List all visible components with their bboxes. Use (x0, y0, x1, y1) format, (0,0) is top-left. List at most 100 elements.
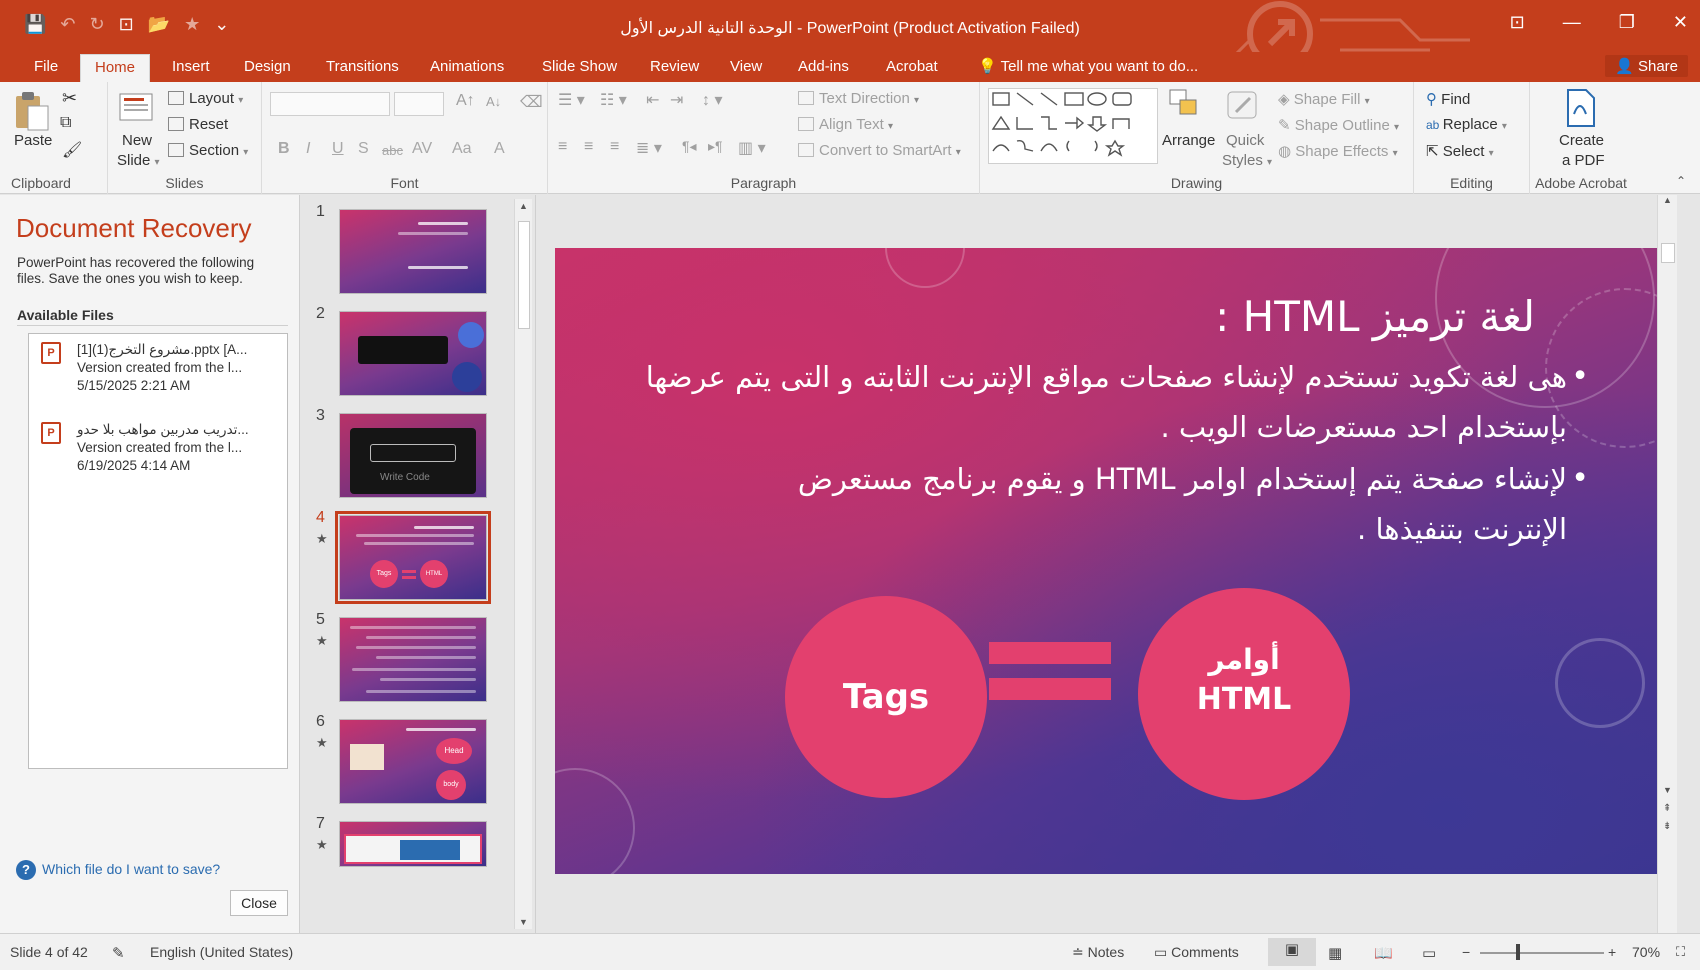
arrange-icon[interactable] (1166, 86, 1204, 126)
align-left-icon[interactable]: ≡ (558, 138, 567, 156)
clear-formatting-icon[interactable]: ⌫ (520, 92, 543, 112)
create-pdf-icon[interactable] (1564, 88, 1602, 128)
comments-button[interactable]: ▭ Comments (1154, 944, 1239, 961)
underline-button[interactable]: U (332, 140, 344, 158)
scroll-up-icon[interactable]: ▲ (519, 201, 528, 211)
new-slide-button-line2[interactable]: Slide ▾ (117, 152, 160, 169)
zoom-out-icon[interactable]: − (1462, 944, 1470, 960)
reset-button[interactable]: Reset (168, 116, 228, 133)
paste-button[interactable]: Paste (14, 132, 52, 149)
html-commands-circle[interactable]: أوامر HTML (1138, 588, 1350, 800)
notes-button[interactable]: ≐ Notes (1072, 944, 1124, 961)
increase-indent-icon[interactable]: ⇥ (670, 90, 683, 110)
section-button[interactable]: Section ▾ (168, 142, 248, 159)
thumbnail-row[interactable]: 7 ★ (300, 815, 510, 915)
slide-thumbnail[interactable] (339, 209, 487, 294)
slide-thumbnail[interactable]: Write Code (339, 413, 487, 498)
minimize-icon[interactable]: — (1563, 12, 1581, 33)
which-file-help-link[interactable]: ? Which file do I want to save? (16, 860, 220, 880)
cut-icon[interactable]: ✂ (62, 88, 77, 109)
shrink-font-icon[interactable]: A↓ (486, 94, 501, 109)
shadow-button[interactable]: S (358, 140, 369, 158)
new-slide-button-line1[interactable]: New (122, 132, 152, 149)
thumbnail-row[interactable]: 3 Write Code (300, 407, 510, 507)
language-indicator[interactable]: English (United States) (150, 944, 293, 960)
thumbnail-scrollbar[interactable]: ▲ ▼ (514, 199, 532, 929)
thumbnail-row-active[interactable]: 4 ★ Tags HTML (300, 509, 510, 609)
bold-button[interactable]: B (278, 140, 290, 158)
slide-thumbnail[interactable] (339, 821, 487, 867)
format-painter-icon[interactable]: 🖌 (62, 140, 82, 160)
shapes-gallery[interactable] (988, 88, 1158, 164)
ribbon-display-icon[interactable]: ⊡ (1510, 12, 1525, 33)
numbering-icon[interactable]: ☷ ▾ (600, 90, 627, 110)
shape-outline-button[interactable]: ✎ Shape Outline ▾ (1278, 116, 1399, 134)
zoom-slider-thumb[interactable] (1516, 944, 1520, 960)
slide-sorter-icon[interactable]: ▦ (1328, 944, 1342, 962)
normal-view-icon[interactable]: ▣ (1268, 938, 1316, 966)
tab-design[interactable]: Design (230, 56, 305, 82)
columns-icon[interactable]: ▥ ▾ (738, 138, 766, 158)
zoom-in-icon[interactable]: + (1608, 944, 1616, 960)
font-name-combo[interactable] (270, 92, 390, 116)
shape-effects-button[interactable]: ◍ Shape Effects ▾ (1278, 142, 1398, 160)
create-pdf-line1[interactable]: Create (1559, 132, 1604, 149)
new-slide-icon[interactable] (118, 88, 156, 128)
decrease-indent-icon[interactable]: ⇤ (646, 90, 659, 110)
slide-show-icon[interactable]: ▭ (1422, 944, 1436, 962)
tab-animations[interactable]: Animations (416, 56, 518, 82)
justify-icon[interactable]: ≣ ▾ (636, 138, 662, 158)
next-slide-icon[interactable]: ⇟ (1663, 821, 1671, 832)
find-button[interactable]: ⚲ Find (1426, 90, 1470, 108)
tab-acrobat[interactable]: Acrobat (872, 56, 952, 82)
paste-icon[interactable] (12, 90, 50, 131)
line-spacing-icon[interactable]: ↕ ▾ (702, 90, 722, 110)
maximize-icon[interactable]: ❐ (1619, 12, 1635, 33)
thumbnail-row[interactable]: 1 (300, 203, 510, 303)
italic-button[interactable]: I (306, 140, 310, 158)
current-slide[interactable]: لغة ترميز HTML : • هى لغة تكويد تستخدم ل… (555, 248, 1667, 874)
arrange-button[interactable]: Arrange (1162, 132, 1215, 149)
align-center-icon[interactable]: ≡ (584, 138, 593, 156)
tab-add-ins[interactable]: Add-ins (784, 56, 863, 82)
create-pdf-line2[interactable]: a PDF (1562, 152, 1605, 169)
copy-icon[interactable]: ⧉ (60, 114, 71, 132)
bullets-icon[interactable]: ☰ ▾ (558, 90, 585, 110)
rtl-icon[interactable]: ¶◂ (682, 138, 697, 155)
collapse-ribbon-icon[interactable]: ⌃ (1676, 174, 1686, 188)
tab-transitions[interactable]: Transitions (312, 56, 413, 82)
layout-button[interactable]: Layout ▾ (168, 90, 243, 107)
strikethrough-button[interactable]: abc (382, 143, 403, 158)
slide-thumbnail[interactable] (339, 617, 487, 702)
font-color-button[interactable]: A (494, 140, 505, 158)
fit-slide-icon[interactable]: ⛶ (1676, 944, 1685, 960)
shape-fill-button[interactable]: ◈ Shape Fill ▾ (1278, 90, 1370, 108)
replace-button[interactable]: ab Replace ▾ (1426, 116, 1507, 133)
tags-circle[interactable]: Tags (785, 596, 987, 798)
thumbnail-row[interactable]: 2 (300, 305, 510, 405)
share-button[interactable]: 👤 Share (1605, 55, 1688, 77)
tab-insert[interactable]: Insert (158, 56, 224, 82)
scroll-down-icon[interactable]: ▼ (519, 917, 528, 927)
reading-view-icon[interactable]: 📖 (1374, 944, 1393, 962)
align-text-button[interactable]: Align Text ▾ (798, 116, 893, 133)
tell-me-box[interactable]: 💡 Tell me what you want to do... (964, 56, 1212, 82)
character-spacing-button[interactable]: AV (412, 140, 432, 158)
close-recovery-button[interactable]: Close (230, 890, 288, 916)
quick-styles-line2[interactable]: Styles ▾ (1222, 152, 1272, 169)
thumbnail-row[interactable]: 5 ★ (300, 611, 510, 711)
tab-view[interactable]: View (716, 56, 776, 82)
text-direction-button[interactable]: Text Direction ▾ (798, 90, 919, 107)
zoom-slider-track[interactable] (1480, 952, 1604, 954)
quick-styles-icon[interactable] (1224, 86, 1262, 126)
grow-font-icon[interactable]: A↑ (456, 92, 475, 110)
slide-thumbnail[interactable] (339, 311, 487, 396)
slide-thumbnail[interactable]: Head body (339, 719, 487, 804)
zoom-level[interactable]: 70% (1632, 944, 1660, 960)
slide-scrollbar[interactable]: ▲ ▼ ⇞ ⇟ (1657, 195, 1677, 933)
scrollbar-thumb[interactable] (518, 221, 530, 329)
scrollbar-thumb[interactable] (1661, 243, 1675, 263)
thumbnail-row[interactable]: 6 ★ Head body (300, 713, 510, 813)
slide-thumbnail-selected[interactable]: Tags HTML (335, 511, 491, 604)
change-case-button[interactable]: Aa (452, 140, 472, 158)
